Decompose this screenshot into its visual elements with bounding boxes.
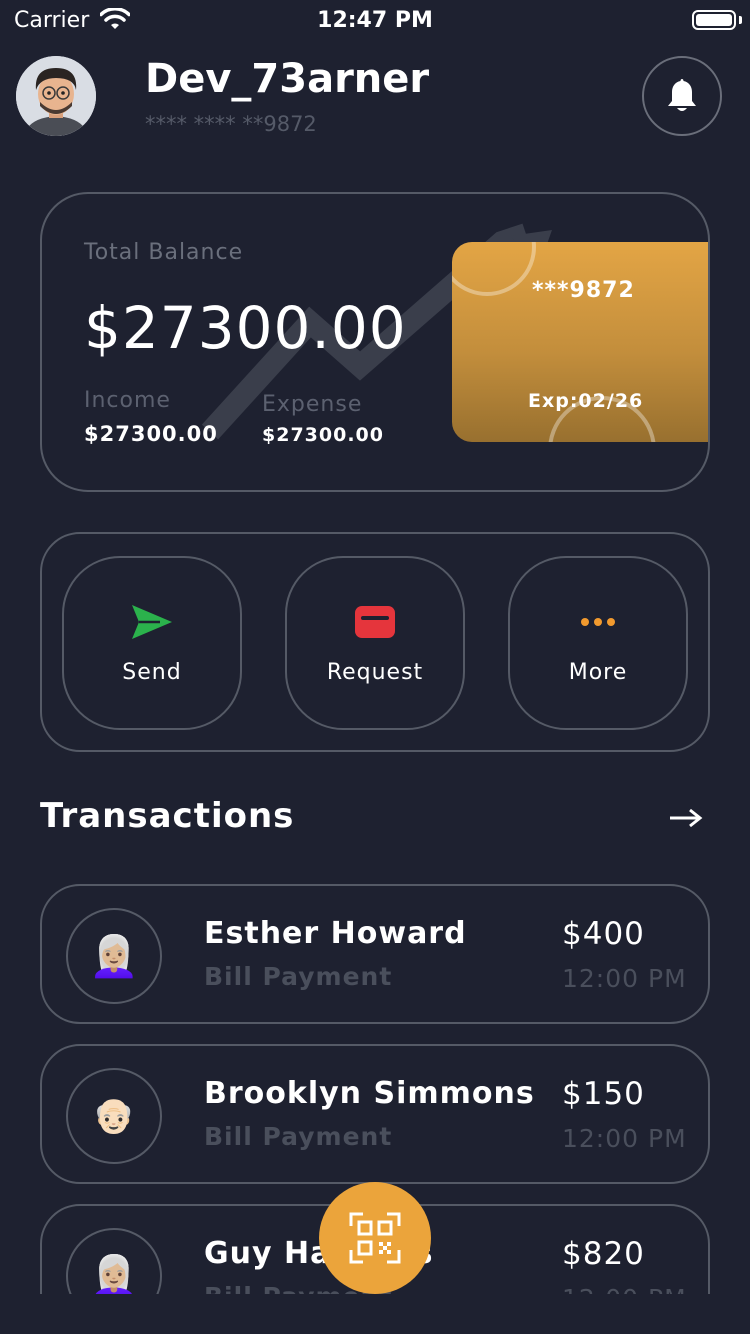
send-label: Send <box>122 660 182 685</box>
transaction-name: Brooklyn Simmons <box>204 1076 535 1111</box>
transaction-row[interactable]: 👴🏻 Brooklyn Simmons Bill Payment $150 12… <box>40 1044 710 1184</box>
transaction-avatar: 👩🏼‍🦳 <box>66 908 162 1004</box>
balance-card: Total Balance $27300.00 Income $27300.00… <box>40 192 710 492</box>
arrow-right-icon[interactable] <box>668 806 704 830</box>
transactions-title: Transactions <box>40 796 295 836</box>
transaction-type: Bill Payment <box>204 1122 393 1151</box>
qr-code-icon <box>349 1212 401 1264</box>
scan-qr-button[interactable] <box>319 1182 431 1294</box>
expense-value: $27300.00 <box>262 424 384 446</box>
card-circle-decoration <box>452 242 536 296</box>
total-balance-amount: $27300.00 <box>84 294 407 362</box>
income-value: $27300.00 <box>84 422 218 446</box>
battery-tip <box>739 16 742 24</box>
expense-label: Expense <box>262 392 363 417</box>
send-button[interactable]: Send <box>62 556 242 730</box>
send-icon <box>64 602 240 642</box>
more-button[interactable]: More <box>508 556 688 730</box>
transaction-row[interactable]: 👩🏼‍🦳 Esther Howard Bill Payment $400 12:… <box>40 884 710 1024</box>
quick-actions-panel: Send Request More <box>40 532 710 752</box>
transaction-time: 12:00 PM <box>562 1284 687 1294</box>
card-expiry: Exp:02/26 <box>528 390 644 412</box>
avatar-emoji: 👴🏻 <box>92 1096 136 1136</box>
transaction-time: 12:00 PM <box>562 964 687 993</box>
notifications-button[interactable] <box>642 56 722 136</box>
avatar-emoji: 👩🏼‍🦳 <box>89 933 139 980</box>
income-label: Income <box>84 388 171 413</box>
avatar-illustration <box>16 56 96 136</box>
bell-icon <box>668 79 696 111</box>
more-dots-icon <box>510 602 686 642</box>
clock: 12:47 PM <box>317 8 433 33</box>
payment-card[interactable]: ***9872 Exp:02/26 <box>452 242 708 442</box>
transaction-amount: $820 <box>562 1236 645 1272</box>
transaction-name: Esther Howard <box>204 916 467 951</box>
battery-icon <box>692 10 736 30</box>
masked-card-number: **** **** **9872 <box>145 112 317 136</box>
transaction-avatar: 👴🏻 <box>66 1068 162 1164</box>
avatar-emoji: 👩🏼‍🦳 <box>89 1253 139 1295</box>
request-label: Request <box>326 660 424 685</box>
transaction-time: 12:00 PM <box>562 1124 687 1153</box>
wallet-icon <box>287 602 463 642</box>
request-button[interactable]: Request <box>285 556 465 730</box>
card-number: ***9872 <box>532 278 635 303</box>
transaction-amount: $400 <box>562 916 645 952</box>
status-bar: Carrier 12:47 PM <box>0 0 750 40</box>
screen-content: Carrier 12:47 PM Dev_73arner **** **** *… <box>0 0 750 1294</box>
transaction-type: Bill Payment <box>204 962 393 991</box>
transaction-amount: $150 <box>562 1076 645 1112</box>
username: Dev_73arner <box>145 56 430 102</box>
more-label: More <box>568 660 628 685</box>
transaction-avatar: 👩🏼‍🦳 <box>66 1228 162 1294</box>
user-avatar[interactable] <box>16 56 96 136</box>
total-balance-label: Total Balance <box>84 240 244 265</box>
